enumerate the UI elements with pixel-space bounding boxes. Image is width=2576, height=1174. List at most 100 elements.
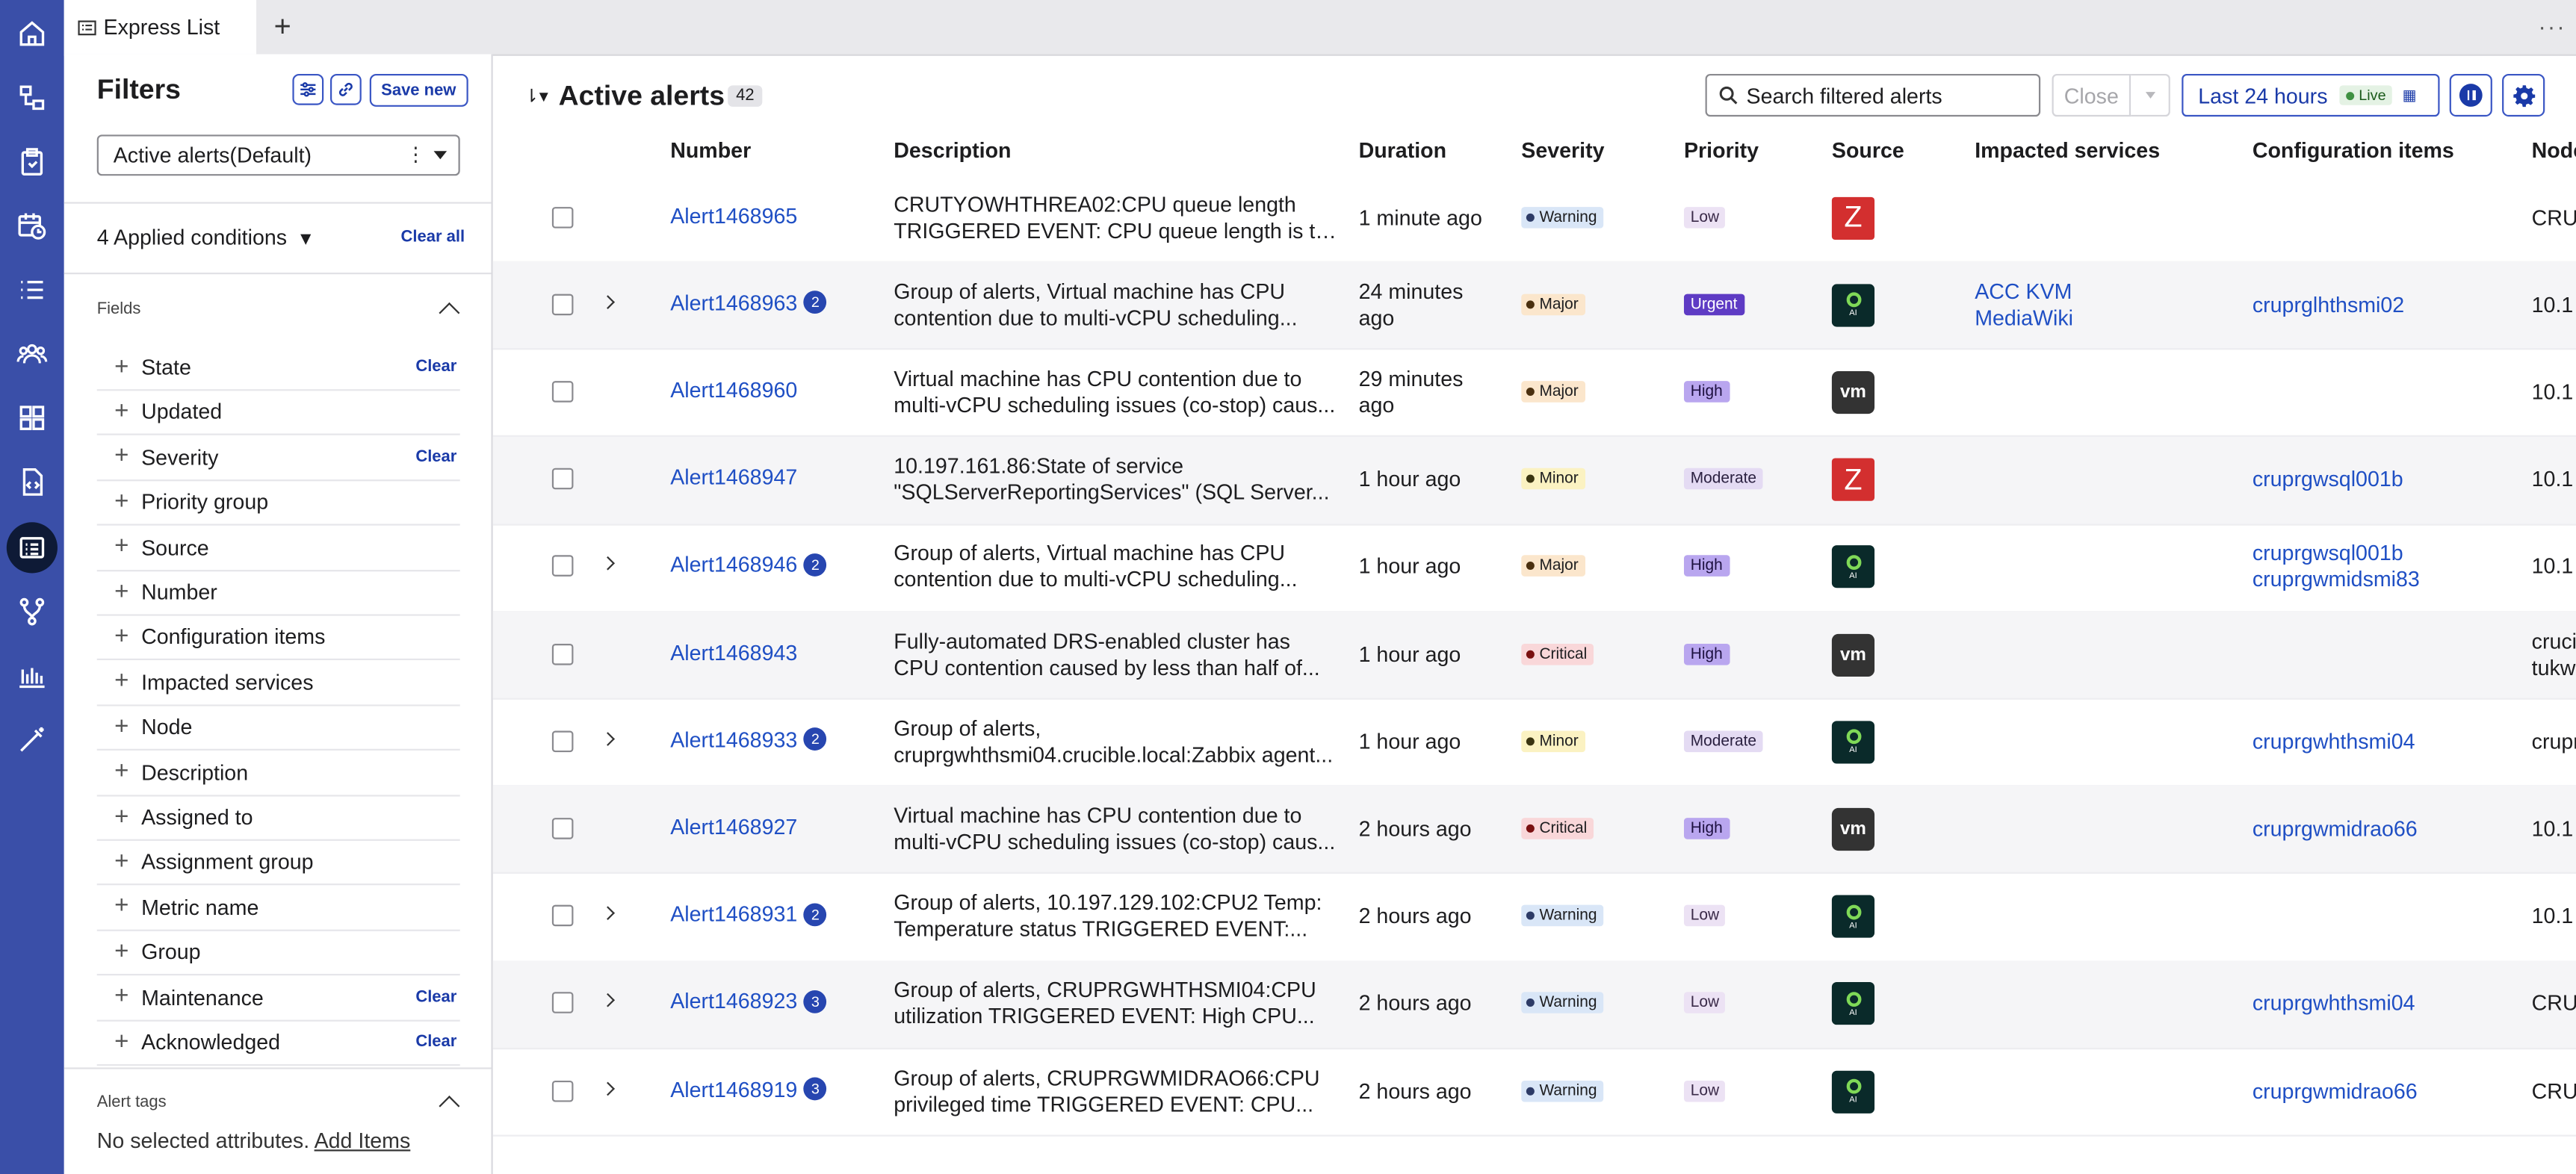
alert-number[interactable]: Alert1468963 [670, 291, 797, 315]
copy-link-button[interactable] [329, 73, 362, 105]
clipboard-icon[interactable] [0, 137, 64, 186]
people-icon[interactable] [0, 329, 64, 378]
table-row[interactable]: Alert1468960 Virtual machine has CPU cont… [492, 349, 2576, 438]
filter-field-item[interactable]: + Severity Clear [96, 435, 460, 481]
alert-number[interactable]: Alert1468933 [670, 727, 797, 752]
home-icon[interactable] [0, 8, 64, 58]
pause-button[interactable] [2449, 73, 2492, 117]
alert-number[interactable]: Alert1468927 [670, 815, 797, 839]
calendar-clock-icon[interactable] [0, 200, 64, 249]
col-source[interactable]: Source [1832, 138, 1904, 163]
table-row[interactable]: Alert1468927 Virtual machine has CPU cont… [492, 785, 2576, 875]
alert-number[interactable]: Alert1468931 [670, 902, 797, 927]
col-duration[interactable]: Duration [1359, 138, 1447, 163]
filter-field-item[interactable]: + Description [96, 750, 460, 796]
impacted-service-link[interactable]: ACC KVM [1975, 279, 2073, 305]
row-checkbox[interactable] [551, 381, 574, 403]
filter-field-item[interactable]: + Number [96, 570, 460, 616]
configuration-item-link[interactable]: cruprgwsql001b [2253, 541, 2420, 567]
alert-number-link[interactable]: Alert1468933 2 [670, 727, 827, 752]
table-row[interactable]: Alert1468931 2 Group of alerts, 10.197.129… [492, 873, 2576, 962]
alert-number-link[interactable]: Alert1468931 2 [670, 902, 827, 927]
settings-button[interactable] [2502, 73, 2545, 117]
alert-number-link[interactable]: Alert1468943 [670, 640, 797, 665]
grid-icon[interactable] [0, 393, 64, 442]
alert-number-link[interactable]: Alert1468947 [670, 465, 797, 490]
filter-field-item[interactable]: + Impacted services [96, 660, 460, 706]
col-description[interactable]: Description [894, 138, 1011, 163]
configuration-item-link[interactable]: cruprgwmidrao66 [2253, 816, 2418, 842]
hierarchy-icon[interactable] [0, 72, 64, 122]
row-checkbox[interactable] [551, 818, 574, 839]
row-checkbox[interactable] [551, 905, 574, 927]
alert-number-link[interactable]: Alert1468963 2 [670, 291, 827, 315]
applied-conditions[interactable]: 4 Applied conditions ▼ [97, 225, 315, 249]
chevron-down-icon[interactable] [433, 151, 448, 160]
filter-field-item[interactable]: + Configuration items [96, 615, 460, 661]
configuration-item-link[interactable]: cruprgwhthsmi04 [2253, 729, 2415, 755]
row-checkbox[interactable] [551, 730, 574, 752]
filter-field-item[interactable]: + Maintenance Clear [96, 975, 460, 1021]
chevron-right-icon[interactable] [601, 556, 615, 571]
more-options-button[interactable]: ··· [2538, 13, 2566, 40]
filter-field-item[interactable]: + Updated [96, 390, 460, 436]
col-priority[interactable]: Priority [1684, 138, 1759, 163]
code-file-icon[interactable] [0, 456, 64, 506]
alert-number[interactable]: Alert1468965 [670, 203, 797, 228]
filter-field-item[interactable]: + Group [96, 930, 460, 976]
save-new-button[interactable]: Save new [369, 73, 468, 107]
alert-number-link[interactable]: Alert1468923 3 [670, 990, 827, 1014]
configuration-item-link[interactable]: cruprglhthsmi02 [2253, 292, 2404, 318]
alert-number-link[interactable]: Alert1468960 [670, 378, 797, 403]
table-row[interactable]: Alert1468946 2 Group of alerts, Virtual ma… [492, 524, 2576, 612]
chevron-right-icon[interactable] [601, 993, 615, 1008]
configuration-item-link[interactable]: cruprgwmidrao66 [2253, 1078, 2418, 1105]
filter-field-clear-link[interactable]: Clear [415, 358, 456, 376]
filter-field-item[interactable]: + Priority group [96, 480, 460, 527]
wand-icon[interactable] [0, 715, 64, 764]
filter-field-clear-link[interactable]: Clear [415, 988, 456, 1006]
col-configuration-items[interactable]: Configuration items [2253, 138, 2454, 163]
close-menu-button[interactable] [2131, 73, 2170, 117]
configuration-item-link[interactable]: cruprgwhthsmi04 [2253, 991, 2415, 1017]
filter-settings-button[interactable] [292, 73, 324, 105]
branch-icon[interactable] [0, 586, 64, 636]
row-checkbox[interactable] [551, 468, 574, 490]
time-range-button[interactable]: Last 24 hours Live ▦ [2182, 73, 2440, 117]
filter-toggle-icon[interactable]: ⇂▾ [524, 85, 548, 107]
filter-field-item[interactable]: + Metric name [96, 885, 460, 931]
alert-number-link[interactable]: Alert1468946 2 [670, 553, 827, 577]
close-button[interactable]: Close [2052, 73, 2131, 117]
alert-number-link[interactable]: Alert1468927 [670, 815, 797, 839]
search-input[interactable]: Search filtered alerts [1705, 73, 2041, 117]
table-row[interactable]: Alert1468947 10.197.161.86:State of servi… [492, 436, 2576, 525]
list-icon[interactable] [0, 264, 64, 314]
filter-field-item[interactable]: + Assigned to [96, 795, 460, 841]
row-checkbox[interactable] [551, 643, 574, 665]
impacted-service-link[interactable]: MediaWiki [1975, 305, 2073, 332]
alert-number[interactable]: Alert1468923 [670, 990, 797, 1014]
chevron-right-icon[interactable] [601, 906, 615, 921]
bar-chart-icon[interactable] [0, 650, 64, 700]
filter-field-item[interactable]: + State Clear [96, 345, 460, 391]
alert-number[interactable]: Alert1468947 [670, 465, 797, 490]
filter-select[interactable]: Active alerts(Default) ⋮ [96, 134, 460, 176]
row-checkbox[interactable] [551, 993, 574, 1014]
filter-field-item[interactable]: + Source [96, 525, 460, 571]
table-row[interactable]: Alert1468965 CRUTYOWHTHREA02:CPU queue le… [492, 174, 2576, 263]
chevron-right-icon[interactable] [601, 731, 615, 746]
collapse-fields-icon[interactable] [439, 302, 460, 323]
chevron-right-icon[interactable] [601, 294, 615, 309]
tab-express-list[interactable]: Express List [64, 0, 257, 55]
add-tab-button[interactable]: + [267, 11, 297, 41]
table-row[interactable]: Alert1468943 Fully-automated DRS-enabled … [492, 611, 2576, 700]
configuration-item-link[interactable]: cruprgwsql001b [2253, 467, 2403, 493]
clear-all-link[interactable]: Clear all [401, 229, 465, 246]
alert-number[interactable]: Alert1468919 [670, 1077, 797, 1102]
alert-list-icon[interactable] [0, 522, 64, 571]
alert-number-link[interactable]: Alert1468919 3 [670, 1077, 827, 1102]
filter-field-clear-link[interactable]: Clear [415, 1033, 456, 1051]
configuration-item-link[interactable]: cruprgwmidsmi83 [2253, 568, 2420, 594]
filter-field-item[interactable]: + Node [96, 705, 460, 751]
row-checkbox[interactable] [551, 556, 574, 577]
